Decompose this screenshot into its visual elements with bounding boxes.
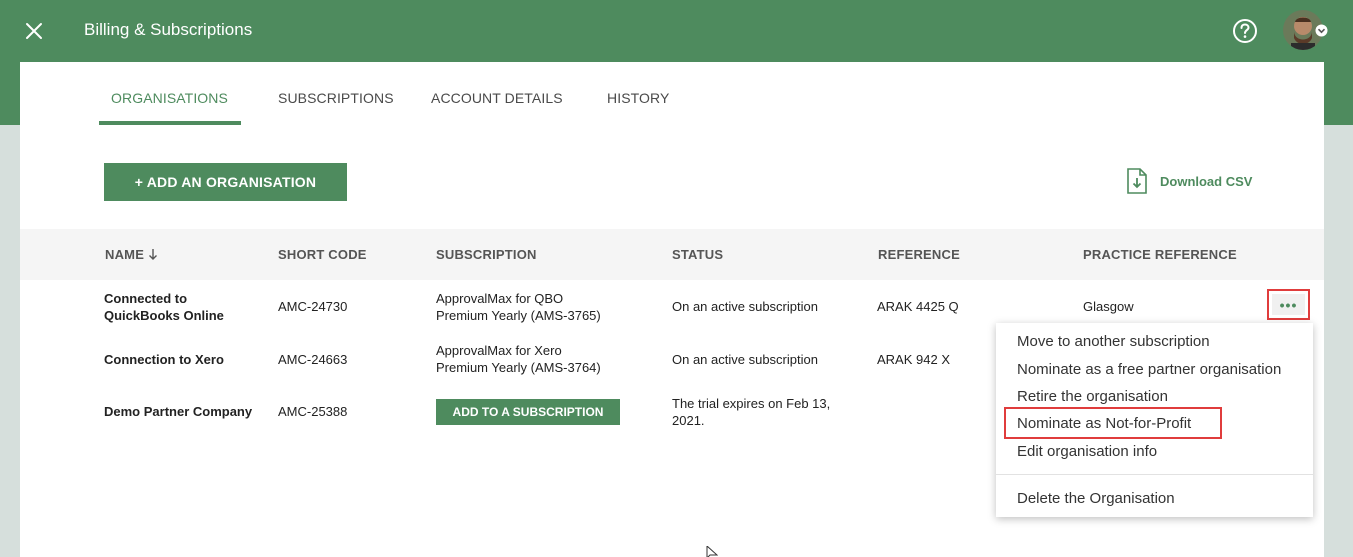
- menu-item-nominate-not-for-profit[interactable]: Nominate as Not-for-Profit: [1017, 415, 1191, 432]
- download-csv-label: Download CSV: [1160, 173, 1253, 189]
- column-header-status: STATUS: [672, 247, 724, 262]
- menu-item-edit-organisation[interactable]: Edit organisation info: [1017, 443, 1157, 460]
- chevron-down-icon: [1315, 24, 1328, 37]
- column-header-reference: REFERENCE: [878, 247, 960, 262]
- active-tab-indicator: [99, 121, 241, 125]
- column-header-name[interactable]: NAME: [105, 247, 158, 262]
- status: On an active subscription: [672, 352, 818, 367]
- more-horizontal-icon: •••: [1272, 294, 1305, 315]
- subscription: ApprovalMax for QBO Premium Yearly (AMS-…: [436, 290, 601, 324]
- status-line: 2021.: [672, 413, 705, 428]
- menu-divider: [996, 474, 1313, 475]
- org-name[interactable]: Connected to QuickBooks Online: [104, 290, 224, 324]
- short-code: AMC-24730: [278, 299, 348, 314]
- table-header: NAME SHORT CODE SUBSCRIPTION STATUS REFE…: [20, 229, 1324, 280]
- add-organisation-button[interactable]: + ADD AN ORGANISATION: [104, 163, 347, 201]
- page-title: Billing & Subscriptions: [84, 20, 253, 39]
- tab-history[interactable]: HISTORY: [607, 90, 669, 106]
- row-actions-button[interactable]: •••: [1267, 289, 1310, 320]
- reference: ARAK 942 X: [877, 352, 950, 367]
- org-name[interactable]: Demo Partner Company: [104, 403, 252, 420]
- tab-bar: ORGANISATIONS SUBSCRIPTIONS ACCOUNT DETA…: [20, 62, 1324, 126]
- subscription-line: Premium Yearly (AMS-3765): [436, 308, 601, 323]
- tab-account-details[interactable]: ACCOUNT DETAILS: [431, 90, 563, 106]
- subscription-line: ApprovalMax for QBO: [436, 291, 564, 306]
- menu-item-retire-organisation[interactable]: Retire the organisation: [1017, 388, 1168, 405]
- menu-item-delete-organisation[interactable]: Delete the Organisation: [1017, 490, 1175, 507]
- org-name-line: QuickBooks Online: [104, 308, 224, 323]
- row-actions-menu: Move to another subscription Nominate as…: [996, 323, 1313, 517]
- org-name-line: Connected to: [104, 291, 188, 306]
- mouse-cursor-icon: [706, 544, 719, 557]
- column-header-name-label: NAME: [105, 247, 145, 262]
- tab-organisations[interactable]: ORGANISATIONS: [111, 90, 228, 106]
- short-code: AMC-24663: [278, 352, 348, 367]
- org-name[interactable]: Connection to Xero: [104, 351, 224, 368]
- reference: ARAK 4425 Q: [877, 299, 959, 314]
- column-header-subscription: SUBSCRIPTION: [436, 247, 537, 262]
- subscription-line: ApprovalMax for Xero: [436, 343, 562, 358]
- practice-reference: Glasgow: [1083, 299, 1134, 314]
- status: The trial expires on Feb 13, 2021.: [672, 395, 830, 429]
- column-header-practice-reference: PRACTICE REFERENCE: [1083, 247, 1237, 262]
- column-header-short-code: SHORT CODE: [278, 247, 367, 262]
- tab-subscriptions[interactable]: SUBSCRIPTIONS: [278, 90, 394, 106]
- status: On an active subscription: [672, 299, 818, 314]
- subscription: ApprovalMax for Xero Premium Yearly (AMS…: [436, 342, 601, 376]
- add-to-subscription-button[interactable]: ADD TO A SUBSCRIPTION: [436, 399, 620, 425]
- download-csv-link[interactable]: Download CSV: [1126, 168, 1252, 194]
- help-icon[interactable]: [1232, 18, 1258, 44]
- menu-item-nominate-free-partner[interactable]: Nominate as a free partner organisation: [1017, 361, 1281, 378]
- short-code: AMC-25388: [278, 404, 348, 419]
- user-menu[interactable]: [1283, 10, 1328, 52]
- subscription-line: Premium Yearly (AMS-3764): [436, 360, 601, 375]
- sort-arrow-down-icon: [148, 248, 158, 260]
- close-icon[interactable]: [22, 19, 46, 43]
- status-line: The trial expires on Feb 13,: [672, 396, 831, 411]
- menu-item-move-subscription[interactable]: Move to another subscription: [1017, 333, 1210, 350]
- download-file-icon: [1126, 168, 1148, 194]
